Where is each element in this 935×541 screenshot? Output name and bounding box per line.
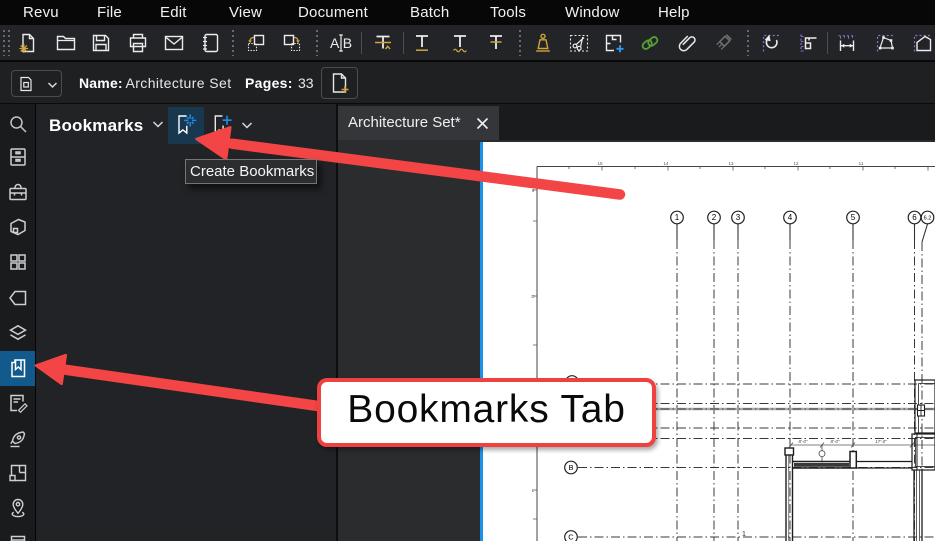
svg-text:D: D [531,294,535,299]
svg-text:A: A [330,35,340,51]
svg-text:15: 15 [597,161,603,166]
svg-text:14: 14 [663,161,669,166]
svg-text:13: 13 [728,161,734,166]
svg-text:C: C [568,533,574,541]
svg-text:B: B [568,463,573,472]
svg-text:6: 6 [532,188,535,193]
svg-text:3: 3 [736,213,741,222]
svg-text:8'-0": 8'-0" [799,439,808,444]
svg-text:12: 12 [793,161,799,166]
svg-text:8'-0": 8'-0" [831,439,840,444]
svg-text:1: 1 [675,213,680,222]
svg-text:4: 4 [788,213,793,222]
svg-text:L: L [532,488,535,493]
svg-text:6.2: 6.2 [924,216,932,222]
svg-text:B: B [343,35,352,51]
svg-text:6: 6 [912,213,917,222]
svg-text:1: 1 [742,531,746,538]
svg-text:17'-0": 17'-0" [875,439,887,444]
svg-text:11: 11 [859,161,864,166]
svg-text:2: 2 [712,213,717,222]
svg-text:5: 5 [851,213,856,222]
